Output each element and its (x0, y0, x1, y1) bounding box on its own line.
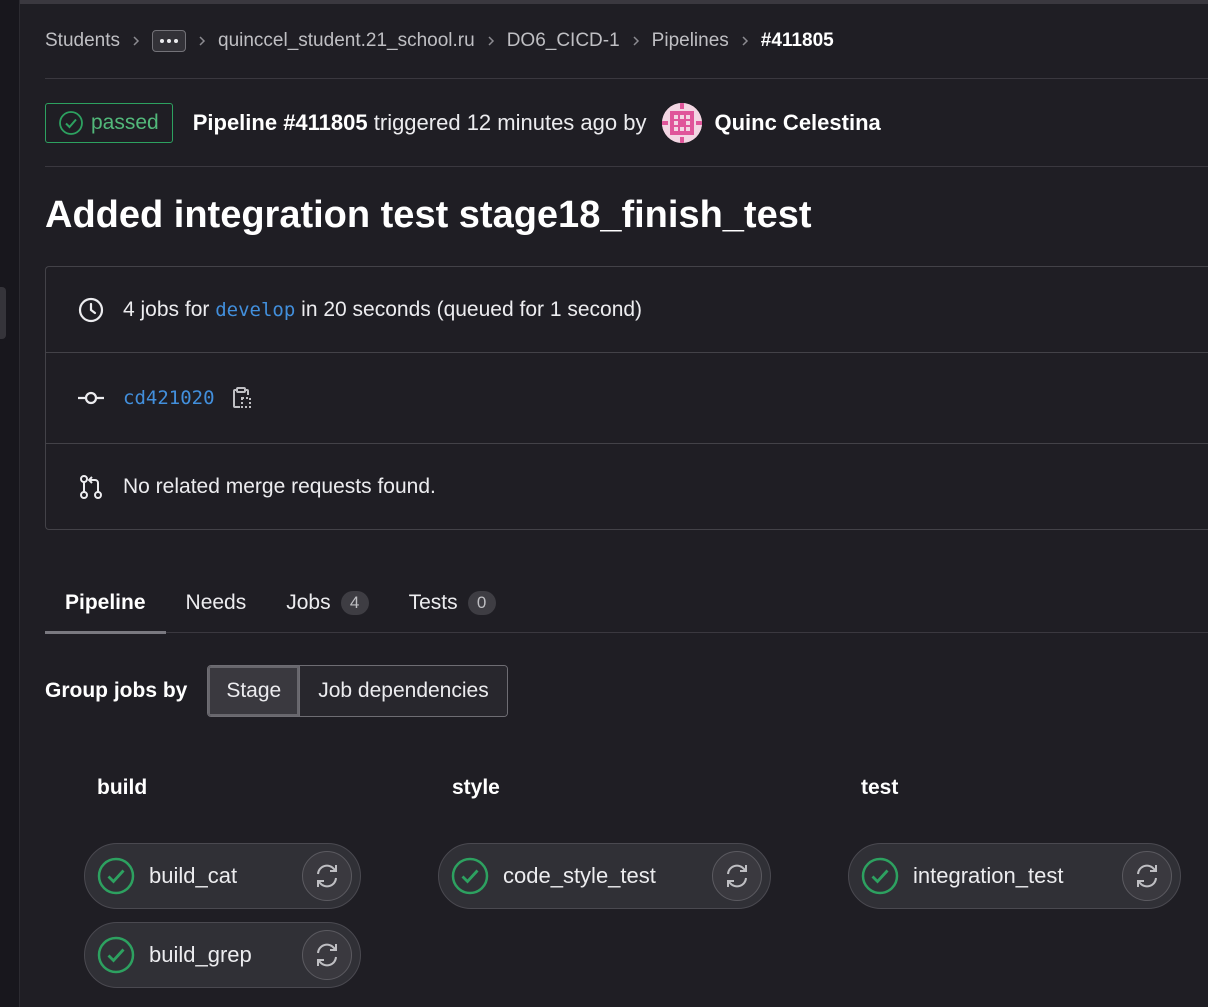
check-circle-icon (59, 110, 83, 135)
job-integration-test[interactable]: integration_test (848, 843, 1181, 909)
chevron-right-icon (475, 35, 507, 47)
group-by-dependencies-button[interactable]: Job dependencies (299, 666, 507, 716)
chevron-right-icon (620, 35, 652, 47)
commit-icon (76, 384, 106, 412)
merge-requests-row: No related merge requests found. (46, 444, 1208, 529)
commit-sha-link[interactable]: cd421020 (123, 387, 215, 409)
triggered-text: triggered 12 minutes ago by (373, 109, 647, 135)
chevron-right-icon (120, 35, 152, 47)
retry-button[interactable] (712, 851, 762, 901)
retry-icon (727, 864, 747, 888)
left-sidebar-rail (0, 0, 20, 1007)
pipeline-header: passed Pipeline #411805 triggered 12 min… (45, 79, 1208, 167)
group-jobs-by-label: Group jobs by (45, 679, 188, 702)
job-code-style-test[interactable]: code_style_test (438, 843, 771, 909)
branch-link[interactable]: develop (215, 299, 295, 321)
jobs-count-badge: 4 (340, 591, 369, 615)
commit-row: cd421020 (46, 353, 1208, 444)
merge-request-icon (76, 473, 106, 501)
check-circle-icon (97, 857, 135, 895)
pipeline-tabs: Pipeline Needs Jobs 4 Tests 0 (45, 573, 1208, 634)
pipeline-info-box: 4 jobs for develop in 20 seconds (queued… (45, 266, 1208, 530)
jobs-duration-row: 4 jobs for develop in 20 seconds (queued… (46, 267, 1208, 353)
main-content: Students quinccel_student.21_school.ru D… (45, 4, 1208, 717)
merge-requests-text: No related merge requests found. (123, 474, 436, 498)
jobs-suffix: in 20 seconds (queued for 1 second) (301, 297, 643, 321)
retry-button[interactable] (302, 930, 352, 980)
group-by-stage-button[interactable]: Stage (208, 666, 300, 716)
tab-tests-label: Tests (408, 591, 458, 614)
author-name[interactable]: Quinc Celestina (714, 110, 880, 136)
copy-sha-button[interactable] (229, 386, 253, 410)
retry-icon (317, 943, 337, 967)
breadcrumb-ellipsis-button[interactable] (152, 30, 186, 52)
tab-needs-label: Needs (185, 591, 247, 614)
tests-count-badge: 0 (467, 591, 496, 615)
breadcrumb-current-pipeline[interactable]: #411805 (761, 30, 834, 52)
pipeline-id: Pipeline #411805 (192, 109, 368, 135)
status-badge[interactable]: passed (45, 102, 173, 143)
status-label: passed (91, 110, 159, 134)
job-name: code_style_test (503, 863, 656, 888)
tab-pipeline[interactable]: Pipeline (45, 573, 166, 634)
tab-jobs-label: Jobs (286, 591, 331, 614)
job-build-grep[interactable]: build_grep (84, 922, 361, 988)
tab-tests[interactable]: Tests 0 (389, 573, 516, 633)
tab-needs[interactable]: Needs (166, 573, 267, 633)
breadcrumb: Students quinccel_student.21_school.ru D… (45, 4, 1208, 79)
clipboard-icon (232, 387, 251, 408)
job-build-cat[interactable]: build_cat (84, 843, 361, 909)
clock-icon (76, 296, 106, 324)
breadcrumb-students[interactable]: Students (45, 30, 120, 52)
stage-title-build: build (97, 776, 148, 799)
retry-icon (317, 864, 337, 888)
jobs-prefix: 4 jobs for (123, 297, 210, 321)
retry-icon (1137, 864, 1157, 888)
breadcrumb-project[interactable]: DO6_CICD-1 (507, 30, 620, 52)
check-circle-icon (97, 936, 135, 974)
tab-pipeline-label: Pipeline (65, 591, 146, 614)
breadcrumb-group[interactable]: quinccel_student.21_school.ru (218, 30, 475, 52)
check-circle-icon (451, 857, 489, 895)
job-name: build_grep (149, 942, 252, 967)
chevron-right-icon (729, 35, 761, 47)
tab-jobs[interactable]: Jobs 4 (266, 573, 388, 633)
group-jobs-by: Group jobs by Stage Job dependencies (45, 665, 1208, 717)
group-by-toggle: Stage Job dependencies (207, 665, 508, 717)
page-title: Added integration test stage18_finish_te… (45, 194, 812, 236)
stage-title-test: test (861, 776, 899, 799)
sidebar-toggle-tab[interactable] (0, 287, 6, 339)
job-name: integration_test (913, 863, 1064, 888)
retry-button[interactable] (1122, 851, 1172, 901)
stage-title-style: style (452, 776, 500, 799)
job-name: build_cat (149, 863, 238, 888)
retry-button[interactable] (302, 851, 352, 901)
breadcrumb-pipelines[interactable]: Pipelines (652, 30, 729, 52)
avatar[interactable] (662, 102, 703, 143)
chevron-right-icon (186, 35, 218, 47)
check-circle-icon (861, 857, 899, 895)
pipeline-summary: Pipeline #411805 triggered 12 minutes ag… (192, 102, 881, 143)
